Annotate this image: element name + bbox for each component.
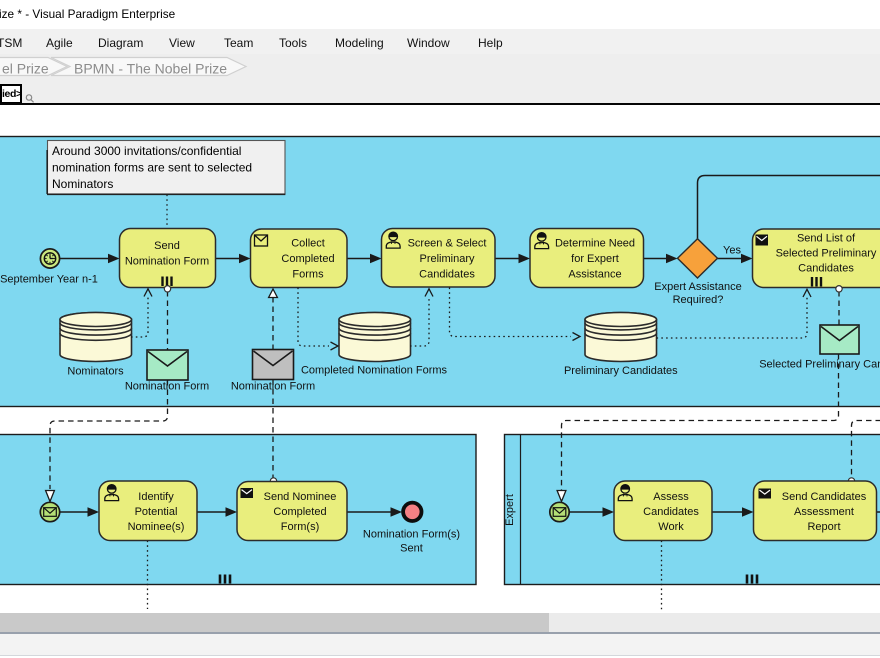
svg-text:Required?: Required? [673,294,724,306]
svg-text:Send Nominee: Send Nominee [264,491,337,503]
svg-text:Sent: Sent [400,542,423,554]
svg-text:Nominators: Nominators [52,177,113,191]
svg-text:Send List of: Send List of [797,233,856,245]
svg-text:Form(s): Form(s) [281,521,320,533]
svg-text:Completed Nomination Forms: Completed Nomination Forms [301,365,448,377]
svg-text:Assessment: Assessment [794,506,854,518]
svg-text:Send: Send [154,240,180,252]
svg-text:Nomination Form(s): Nomination Form(s) [363,528,460,540]
svg-text:Preliminary: Preliminary [419,253,475,265]
svg-text:el Prize: el Prize [2,61,49,77]
svg-text:Collect: Collect [291,238,325,250]
svg-text:Determine Need: Determine Need [555,238,635,250]
svg-text:Send Candidates: Send Candidates [782,491,867,503]
svg-text:Selected Preliminary Candidate: Selected Preliminary Candidates [759,359,880,371]
svg-text:Preliminary Candidates: Preliminary Candidates [564,365,678,377]
svg-text:Screen & Select: Screen & Select [408,238,487,250]
svg-text:Work: Work [658,521,684,533]
svg-text:Expert Assistance: Expert Assistance [654,281,741,293]
svg-text:September Year n-1: September Year n-1 [0,274,98,286]
svg-text:Forms: Forms [292,269,324,281]
svg-text:Candidates: Candidates [798,263,854,275]
svg-text:Nomination Form: Nomination Form [125,256,209,268]
svg-text:Yes: Yes [723,245,741,257]
svg-text:Identify: Identify [138,491,174,503]
svg-text:Report: Report [807,521,840,533]
svg-text:Candidates: Candidates [419,269,475,281]
svg-text:Assess: Assess [653,491,689,503]
svg-text:BPMN - The Nobel Prize: BPMN - The Nobel Prize [74,61,227,77]
svg-text:Around 3000 invitations/confid: Around 3000 invitations/confidential [52,144,241,158]
svg-text:Nominee(s): Nominee(s) [128,521,185,533]
svg-text:nomination forms are sent to s: nomination forms are sent to selected [52,161,252,175]
svg-text:Completed: Completed [281,253,334,265]
svg-text:Nominators: Nominators [67,366,124,378]
svg-text:for Expert: for Expert [571,253,619,265]
svg-text:Selected Preliminary: Selected Preliminary [776,248,877,260]
svg-text:Candidates: Candidates [643,506,699,518]
svg-text:Assistance: Assistance [568,269,621,281]
svg-text:Potential: Potential [135,506,178,518]
svg-text:Completed: Completed [273,506,326,518]
svg-text:Expert: Expert [504,494,516,526]
